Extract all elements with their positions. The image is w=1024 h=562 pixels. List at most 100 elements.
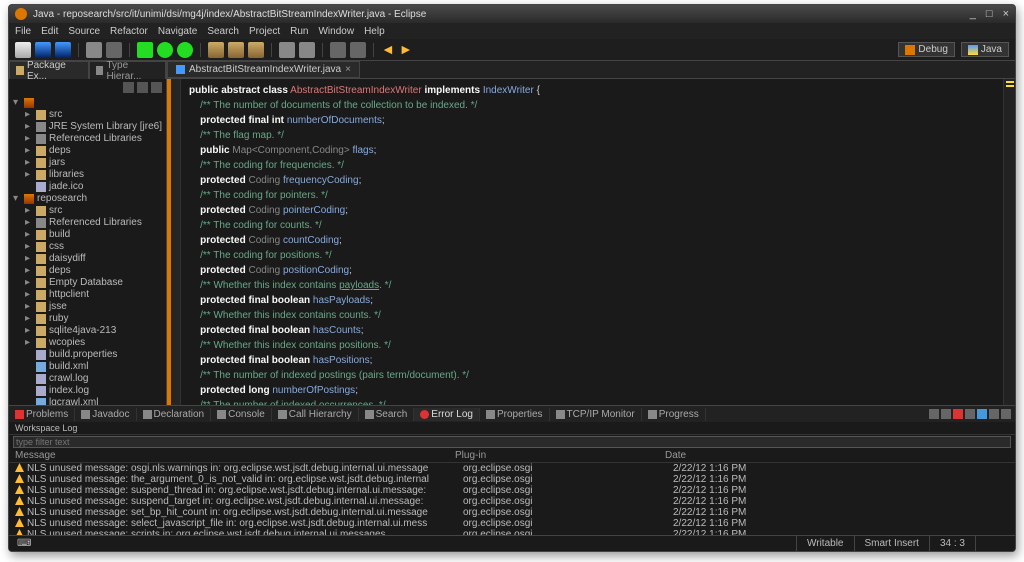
tab-error-log[interactable]: Error Log bbox=[414, 408, 480, 421]
log-row[interactable]: NLS unused message: set_bp_hit_count in:… bbox=[9, 507, 1015, 518]
panel-tool-button[interactable] bbox=[977, 409, 987, 419]
tree-item[interactable]: ▸libraries bbox=[11, 169, 164, 181]
tree-item[interactable]: ▸deps bbox=[11, 145, 164, 157]
tree-item[interactable]: ▸Referenced Libraries bbox=[11, 217, 164, 229]
overview-ruler[interactable] bbox=[1003, 79, 1015, 405]
tree-item[interactable]: ▸wcopies bbox=[11, 337, 164, 349]
menu-run[interactable]: Run bbox=[290, 26, 308, 37]
log-row[interactable]: NLS unused message: select_javascript_fi… bbox=[9, 518, 1015, 529]
tree-item[interactable]: ▸daisydiff bbox=[11, 253, 164, 265]
panel-tool-button[interactable] bbox=[965, 409, 975, 419]
tree-item[interactable]: ▸Empty Database bbox=[11, 277, 164, 289]
tree-item[interactable]: lgcrawl.xml bbox=[11, 397, 164, 405]
tab-search[interactable]: Search bbox=[359, 408, 415, 421]
folder-icon bbox=[36, 170, 46, 180]
tab-call-hierarchy[interactable]: Call Hierarchy bbox=[272, 408, 359, 421]
filter-input[interactable] bbox=[13, 436, 1011, 448]
expand-icon: ▸ bbox=[25, 205, 33, 217]
tab-javadoc[interactable]: Javadoc bbox=[75, 408, 136, 421]
close-button[interactable]: × bbox=[1003, 8, 1009, 20]
log-row[interactable]: NLS unused message: suspend_thread in: o… bbox=[9, 485, 1015, 496]
tab-package-explorer[interactable]: Package Ex... bbox=[9, 61, 89, 79]
menu-navigate[interactable]: Navigate bbox=[158, 26, 197, 37]
menu-window[interactable]: Window bbox=[318, 26, 354, 37]
tab-tcp-ip-monitor[interactable]: TCP/IP Monitor bbox=[550, 408, 642, 421]
menu-help[interactable]: Help bbox=[364, 26, 385, 37]
close-tab-button[interactable]: × bbox=[345, 64, 351, 75]
new-class-button[interactable] bbox=[228, 42, 244, 58]
tree-item[interactable]: build.properties bbox=[11, 349, 164, 361]
open-type-button[interactable] bbox=[279, 42, 295, 58]
collapse-all-button[interactable] bbox=[123, 82, 134, 93]
perspective-debug[interactable]: Debug bbox=[898, 42, 954, 57]
menu-refactor[interactable]: Refactor bbox=[110, 26, 148, 37]
menu-search[interactable]: Search bbox=[207, 26, 239, 37]
col-plugin[interactable]: Plug-in bbox=[455, 450, 665, 461]
tree-item[interactable]: ▸jsse bbox=[11, 301, 164, 313]
tree-item[interactable]: ▾reposearch bbox=[11, 193, 164, 205]
minimize-button[interactable]: _ bbox=[970, 8, 976, 20]
annotation-next-button[interactable] bbox=[330, 42, 346, 58]
log-row[interactable]: NLS unused message: suspend_target in: o… bbox=[9, 496, 1015, 507]
forward-button[interactable]: ► bbox=[399, 42, 413, 58]
tree-item[interactable]: index.log bbox=[11, 385, 164, 397]
tree-item[interactable]: ▸ruby bbox=[11, 313, 164, 325]
link-editor-button[interactable] bbox=[137, 82, 148, 93]
col-date[interactable]: Date bbox=[665, 450, 1009, 461]
tree-item[interactable]: ▸httpclient bbox=[11, 289, 164, 301]
tree-item[interactable]: jade.ico bbox=[11, 181, 164, 193]
view-menu-button[interactable] bbox=[151, 82, 162, 93]
debug-button[interactable] bbox=[137, 42, 153, 58]
tree-item[interactable]: ▸Referenced Libraries bbox=[11, 133, 164, 145]
tree-item[interactable]: ▸jars bbox=[11, 157, 164, 169]
save-button[interactable] bbox=[35, 42, 51, 58]
run-last-button[interactable] bbox=[177, 42, 193, 58]
tree-item[interactable]: ▾ bbox=[11, 97, 164, 109]
tree-item[interactable]: ▸css bbox=[11, 241, 164, 253]
tab-declaration[interactable]: Declaration bbox=[137, 408, 212, 421]
new-package-button[interactable] bbox=[208, 42, 224, 58]
panel-tool-button[interactable] bbox=[929, 409, 939, 419]
menu-edit[interactable]: Edit bbox=[41, 26, 58, 37]
editor-tab[interactable]: AbstractBitStreamIndexWriter.java × bbox=[167, 61, 360, 78]
folder-icon bbox=[36, 254, 46, 264]
panel-tool-button[interactable] bbox=[1001, 409, 1011, 419]
tab-console[interactable]: Console bbox=[211, 408, 272, 421]
panel-tool-button[interactable] bbox=[941, 409, 951, 419]
tree-item[interactable]: ▸JRE System Library [jre6] bbox=[11, 121, 164, 133]
code-area[interactable]: public abstract class AbstractBitStreamI… bbox=[181, 79, 1003, 405]
save-all-button[interactable] bbox=[55, 42, 71, 58]
tree-item[interactable]: build.xml bbox=[11, 361, 164, 373]
tree-item[interactable]: crawl.log bbox=[11, 373, 164, 385]
tree-item[interactable]: ▸src bbox=[11, 109, 164, 121]
file-icon bbox=[36, 386, 46, 396]
tree-label: libraries bbox=[49, 169, 84, 181]
panel-tool-button[interactable] bbox=[989, 409, 999, 419]
log-row[interactable]: NLS unused message: osgi.nls.warnings in… bbox=[9, 463, 1015, 474]
run-button[interactable] bbox=[157, 42, 173, 58]
menu-file[interactable]: File bbox=[15, 26, 31, 37]
panel-tool-button[interactable] bbox=[953, 409, 963, 419]
tree-item[interactable]: ▸deps bbox=[11, 265, 164, 277]
tab-properties[interactable]: Properties bbox=[480, 408, 550, 421]
log-row[interactable]: NLS unused message: the_argument_0_is_no… bbox=[9, 474, 1015, 485]
back-button[interactable]: ◄ bbox=[381, 42, 395, 58]
menu-project[interactable]: Project bbox=[249, 26, 280, 37]
tool-button-2[interactable] bbox=[106, 42, 122, 58]
tab-progress[interactable]: Progress bbox=[642, 408, 706, 421]
tab-problems[interactable]: Problems bbox=[9, 408, 75, 421]
tree-item[interactable]: ▸src bbox=[11, 205, 164, 217]
menu-source[interactable]: Source bbox=[68, 26, 100, 37]
new-folder-button[interactable] bbox=[248, 42, 264, 58]
annotation-prev-button[interactable] bbox=[350, 42, 366, 58]
new-button[interactable] bbox=[15, 42, 31, 58]
search-button[interactable] bbox=[299, 42, 315, 58]
tree-item[interactable]: ▸build bbox=[11, 229, 164, 241]
perspective-java[interactable]: Java bbox=[961, 42, 1009, 57]
tool-button-1[interactable] bbox=[86, 42, 102, 58]
maximize-button[interactable]: □ bbox=[986, 8, 993, 20]
tree-label: jade.ico bbox=[49, 181, 83, 193]
tab-type-hierarchy[interactable]: Type Hierar... bbox=[89, 61, 167, 79]
tree-item[interactable]: ▸sqlite4java-213 bbox=[11, 325, 164, 337]
col-message[interactable]: Message bbox=[15, 450, 455, 461]
